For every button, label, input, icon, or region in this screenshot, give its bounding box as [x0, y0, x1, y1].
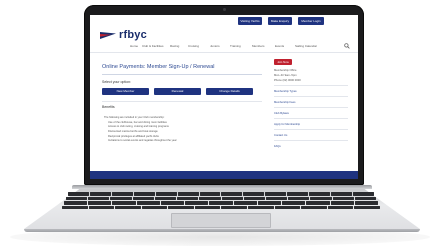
sidebar-link[interactable]: Contact Us	[274, 134, 287, 137]
nav-divider	[90, 52, 358, 53]
section-divider	[102, 101, 262, 102]
sidebar-link[interactable]: Membership Fees	[274, 101, 296, 104]
main-nav: Home Club & Facilities Racing Cruising J…	[130, 43, 356, 50]
sidebar-divider	[274, 96, 348, 97]
sidebar-link[interactable]: Club Bylaws	[274, 112, 289, 115]
sidebar-text: Membership Office	[274, 69, 297, 72]
burgee-icon	[100, 32, 116, 39]
benefits-list: The following are included in your Club …	[104, 116, 264, 144]
sidebar-divider	[274, 129, 348, 130]
visiting-yachts-button[interactable]: Visiting Yachts	[238, 17, 262, 25]
member-login-button[interactable]: Member Login	[298, 17, 324, 25]
sidebar-text: Mon–Fri 9am–5pm	[274, 74, 297, 77]
new-member-button[interactable]: New Member	[102, 88, 149, 95]
nav-item-home[interactable]: Home	[130, 44, 138, 48]
webcam-icon	[223, 8, 226, 11]
renewal-button[interactable]: Renewal	[154, 88, 201, 95]
keyboard	[62, 192, 380, 212]
nav-item-events[interactable]: Events	[275, 44, 284, 48]
sidebar-text: Phone (02) 0000 0000	[274, 79, 301, 82]
make-enquiry-button[interactable]: Make Enquiry	[268, 17, 292, 25]
sidebar-link[interactable]: FAQs	[274, 145, 281, 148]
sidebar-divider	[274, 107, 348, 108]
option-prompt: Select your option:	[102, 80, 131, 84]
search-icon[interactable]	[344, 43, 350, 49]
nav-item-training[interactable]: Training	[230, 44, 241, 48]
laptop-front-edge	[24, 229, 420, 232]
title-divider	[102, 74, 262, 75]
product-scene: Visiting Yachts Make Enquiry Member Logi…	[0, 0, 439, 249]
page-title: Online Payments: Member Sign-Up / Renewa…	[102, 64, 215, 70]
change-details-button[interactable]: Change Details	[206, 88, 253, 95]
nav-item-calendar[interactable]: Sailing Calendar	[295, 44, 317, 48]
trackpad	[171, 213, 271, 228]
key-row	[66, 196, 377, 200]
nav-item-cruising[interactable]: Cruising	[188, 44, 199, 48]
join-now-button[interactable]: Join Now	[274, 59, 292, 65]
sidebar-divider	[274, 85, 348, 86]
nav-item-juniors[interactable]: Juniors	[210, 44, 220, 48]
laptop-lid: Visiting Yachts Make Enquiry Member Logi…	[84, 5, 364, 185]
key-row	[68, 192, 374, 196]
sidebar-divider	[274, 140, 348, 141]
nav-item-members[interactable]: Members	[252, 44, 265, 48]
key-row	[64, 201, 379, 205]
section-heading: Benefits	[102, 105, 115, 109]
sidebar-divider	[274, 118, 348, 119]
laptop-screen: Visiting Yachts Make Enquiry Member Logi…	[90, 15, 358, 179]
nav-item-racing[interactable]: Racing	[170, 44, 179, 48]
sidebar-link[interactable]: Membership Types	[274, 90, 297, 93]
laptop-hinge	[72, 185, 372, 189]
sidebar-link[interactable]: Apply for Membership	[274, 123, 300, 126]
footer-band	[90, 171, 358, 179]
key-row	[62, 205, 380, 209]
nav-item-club[interactable]: Club & Facilities	[142, 44, 164, 48]
logo-text: rfbyc	[119, 29, 147, 41]
list-item: Invitations to social events and regatta…	[108, 139, 177, 143]
